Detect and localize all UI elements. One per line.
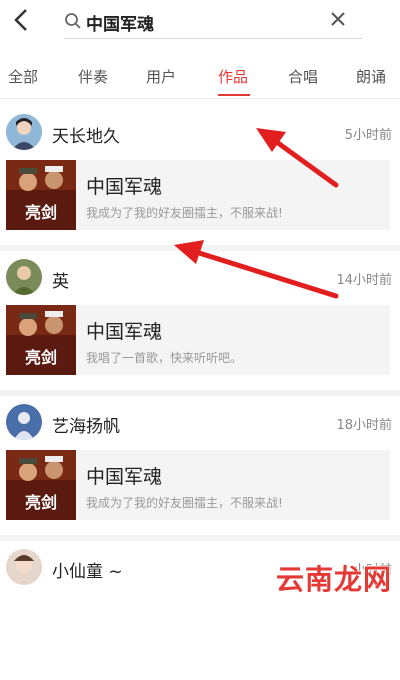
- cover-title: 亮剑: [25, 493, 57, 512]
- top-bar: 中国军魂: [0, 0, 400, 50]
- work-card[interactable]: 亮剑 中国军魂 我唱了一首歌，快来听听吧。: [6, 305, 390, 375]
- list-item[interactable]: 天长地久 5小时前 亮剑 中国军魂 我成为了我的好友圈擂主，不服来战!: [0, 100, 400, 251]
- work-cover: 亮剑: [6, 305, 76, 375]
- avatar[interactable]: [6, 404, 42, 440]
- username[interactable]: 天长地久: [52, 122, 120, 147]
- work-cover: 亮剑: [6, 160, 76, 230]
- tab-all[interactable]: 全部: [8, 66, 38, 87]
- work-subtitle: 我唱了一首歌，快来听听吧。: [86, 351, 243, 365]
- work-subtitle: 我成为了我的好友圈擂主，不服来战!: [86, 206, 283, 220]
- list-item[interactable]: 小仙童 ~ 小时前: [0, 535, 400, 680]
- search-icon: [65, 13, 81, 29]
- active-tab-indicator: [218, 94, 250, 96]
- list-item[interactable]: 艺海扬帆 18小时前 亮剑 中国军魂 我成为了我的好友圈擂主，不服来战!: [0, 390, 400, 541]
- timestamp: 5小时前: [344, 128, 392, 143]
- site-watermark: 云南龙网: [275, 563, 392, 596]
- timestamp: 14小时前: [336, 273, 392, 288]
- work-card[interactable]: 亮剑 中国军魂 我成为了我的好友圈擂主，不服来战!: [6, 450, 390, 520]
- list-item[interactable]: 英 14小时前 亮剑 中国军魂 我唱了一首歌，快来听听吧。: [0, 245, 400, 396]
- username[interactable]: 艺海扬帆: [52, 412, 120, 437]
- work-cover: 亮剑: [6, 450, 76, 520]
- cover-title: 亮剑: [25, 203, 57, 222]
- tab-recitation[interactable]: 朗诵: [356, 66, 386, 87]
- category-tabs: 全部 伴奏 用户 作品 合唱 朗诵: [0, 54, 400, 99]
- username[interactable]: 小仙童 ~: [52, 557, 123, 582]
- work-subtitle: 我成为了我的好友圈擂主，不服来战!: [86, 496, 283, 510]
- search-input[interactable]: 中国军魂: [86, 10, 154, 35]
- username[interactable]: 英: [52, 267, 69, 292]
- back-arrow-icon[interactable]: [8, 6, 36, 34]
- tab-works[interactable]: 作品: [218, 66, 248, 87]
- tab-chorus[interactable]: 合唱: [288, 66, 318, 87]
- timestamp: 18小时前: [336, 418, 392, 433]
- tab-users[interactable]: 用户: [146, 66, 176, 87]
- avatar[interactable]: [6, 114, 42, 150]
- clear-icon[interactable]: [328, 9, 348, 29]
- tab-accompaniment[interactable]: 伴奏: [78, 66, 108, 87]
- work-title: 中国军魂: [86, 176, 163, 198]
- work-card[interactable]: 亮剑 中国军魂 我成为了我的好友圈擂主，不服来战!: [6, 160, 390, 230]
- work-title: 中国军魂: [86, 321, 163, 343]
- work-title: 中国军魂: [86, 466, 163, 488]
- cover-title: 亮剑: [25, 348, 57, 367]
- avatar[interactable]: [6, 549, 42, 585]
- avatar[interactable]: [6, 259, 42, 295]
- search-field[interactable]: 中国军魂: [64, 6, 362, 39]
